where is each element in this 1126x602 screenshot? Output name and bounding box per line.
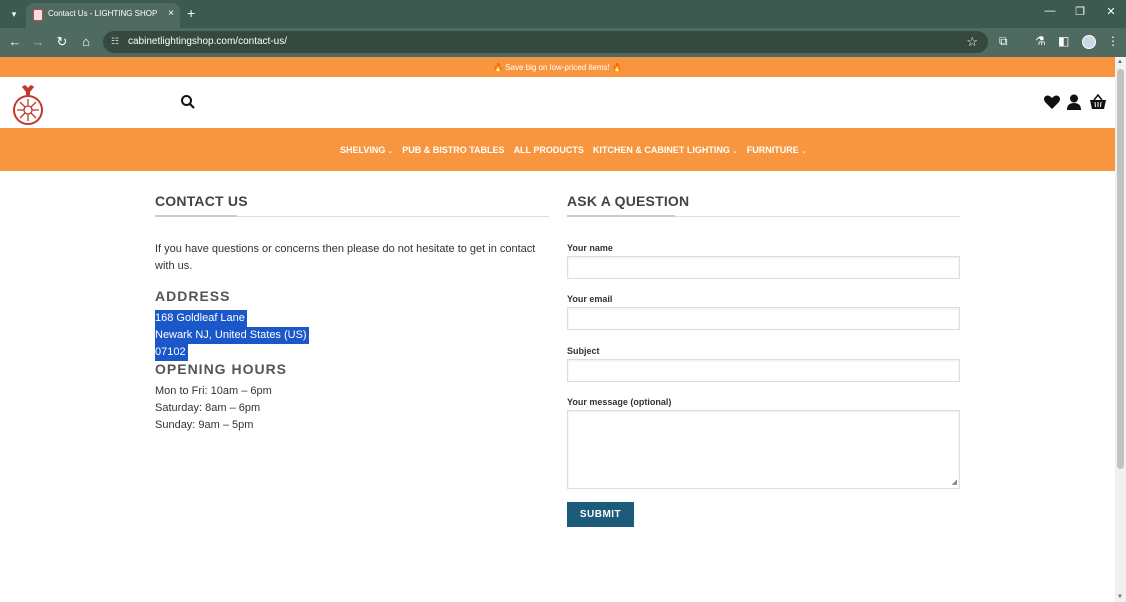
form-title-underline bbox=[567, 215, 675, 217]
contact-intro: If you have questions or concerns then p… bbox=[155, 243, 536, 272]
window-minimize-button[interactable]: — bbox=[1040, 5, 1060, 17]
user-icon[interactable] bbox=[1065, 93, 1083, 111]
logo-ornament-icon[interactable] bbox=[12, 83, 44, 125]
message-textarea[interactable]: ◢ bbox=[567, 410, 960, 489]
nav-item-label: PUB & BISTRO TABLES bbox=[402, 144, 505, 155]
message-label: Your message (optional) bbox=[567, 397, 672, 407]
promo-text: 🔥 Save big on low-priced items! 🔥 bbox=[493, 63, 622, 72]
nav-item-pub-bistro-tables[interactable]: PUB & BISTRO TABLES bbox=[402, 145, 504, 155]
nav-menu: SHELVING ⌄ PUB & BISTRO TABLES ALL PRODUCTS… bbox=[340, 128, 816, 171]
new-tab-button[interactable]: + bbox=[187, 5, 195, 21]
address-line-street: 168 Goldleaf Lane bbox=[155, 310, 247, 327]
browser-toolbar: ← → ↻ ⌂ ☷ cabinetlightingshop.com/contac… bbox=[0, 28, 1126, 57]
scrollbar-thumb[interactable] bbox=[1117, 69, 1124, 469]
labs-icon[interactable]: ⚗ bbox=[1035, 34, 1046, 48]
main-navigation: SHELVING ⌄ PUB & BISTRO TABLES ALL PRODUCTS… bbox=[0, 128, 1115, 171]
opening-hours-heading: OPENING HOURS bbox=[155, 361, 288, 377]
search-icon[interactable] bbox=[180, 94, 196, 110]
address-bar[interactable]: ☷ cabinetlightingshop.com/contact-us/ ☆ bbox=[103, 31, 988, 53]
browser-menu-icon[interactable]: ⋮ bbox=[1107, 34, 1119, 48]
chevron-down-icon: ⌄ bbox=[800, 147, 807, 155]
name-input[interactable] bbox=[567, 256, 960, 279]
url-text[interactable]: cabinetlightingshop.com/contact-us/ bbox=[128, 36, 287, 47]
tab-title: Contact Us - LIGHTING SHOP bbox=[48, 9, 158, 18]
back-icon[interactable]: ← bbox=[6, 34, 24, 49]
address-heading: ADDRESS bbox=[155, 288, 231, 304]
profile-avatar[interactable] bbox=[1082, 35, 1096, 49]
site-info-icon[interactable]: ☷ bbox=[111, 36, 119, 47]
browser-tab-strip: ▾ Contact Us - LIGHTING SHOP × + — ❐ ✕ bbox=[0, 0, 1126, 28]
browser-tab-active[interactable]: Contact Us - LIGHTING SHOP × bbox=[26, 3, 180, 28]
chevron-down-icon: ⌄ bbox=[731, 147, 738, 155]
subject-label: Subject bbox=[567, 346, 600, 356]
extensions-icon[interactable]: ⧉ bbox=[999, 34, 1008, 49]
nav-item-label: SHELVING bbox=[340, 144, 386, 155]
tab-search-button[interactable]: ▾ bbox=[6, 6, 22, 22]
window-close-button[interactable]: ✕ bbox=[1101, 5, 1121, 18]
home-icon[interactable]: ⌂ bbox=[77, 34, 95, 49]
nav-item-furniture[interactable]: FURNITURE ⌄ bbox=[747, 145, 807, 155]
scroll-down-icon[interactable]: ▼ bbox=[1117, 594, 1123, 600]
basket-icon[interactable] bbox=[1089, 93, 1107, 111]
nav-item-all-products[interactable]: ALL PRODUCTS bbox=[514, 145, 584, 155]
email-input[interactable] bbox=[567, 307, 960, 330]
nav-item-shelving[interactable]: SHELVING ⌄ bbox=[340, 145, 393, 155]
tab-close-icon[interactable]: × bbox=[168, 8, 174, 19]
submit-button[interactable]: SUBMIT bbox=[567, 502, 634, 527]
form-title: ASK A QUESTION bbox=[567, 193, 690, 209]
scroll-up-icon[interactable]: ▲ bbox=[1117, 59, 1123, 65]
bookmark-star-icon[interactable]: ☆ bbox=[966, 34, 978, 50]
site-header bbox=[0, 77, 1115, 128]
forward-icon[interactable]: → bbox=[29, 34, 47, 49]
contact-title: CONTACT US bbox=[155, 193, 248, 209]
hours-sunday: Sunday: 9am – 5pm bbox=[155, 419, 254, 431]
contact-title-underline bbox=[155, 215, 237, 217]
subject-input[interactable] bbox=[567, 359, 960, 382]
name-label: Your name bbox=[567, 243, 613, 253]
resize-grip-icon[interactable]: ◢ bbox=[952, 478, 957, 486]
tab-favicon-icon bbox=[33, 9, 43, 21]
side-panel-icon[interactable]: ◧ bbox=[1058, 34, 1069, 48]
nav-item-label: ALL PRODUCTS bbox=[513, 144, 584, 155]
email-label: Your email bbox=[567, 294, 613, 304]
chevron-down-icon: ⌄ bbox=[387, 147, 394, 155]
contact-section: CONTACT US bbox=[155, 193, 549, 209]
nav-item-kitchen-cabinet-lighting[interactable]: KITCHEN & CABINET LIGHTING ⌄ bbox=[593, 145, 738, 155]
address-line-zip: 07102 bbox=[155, 344, 188, 361]
hours-saturday: Saturday: 8am – 6pm bbox=[155, 402, 261, 414]
window-restore-button[interactable]: ❐ bbox=[1070, 5, 1090, 18]
nav-item-label: KITCHEN & CABINET LIGHTING bbox=[592, 144, 730, 155]
page-scrollbar[interactable]: ▲ ▼ bbox=[1115, 57, 1126, 602]
nav-item-label: FURNITURE bbox=[746, 144, 799, 155]
heart-icon[interactable] bbox=[1043, 93, 1061, 111]
promo-banner: 🔥 Save big on low-priced items! 🔥 bbox=[0, 57, 1115, 77]
reload-icon[interactable]: ↻ bbox=[53, 34, 71, 50]
address-line-city: Newark NJ, United States (US) bbox=[155, 327, 309, 344]
hours-weekdays: Mon to Fri: 10am – 6pm bbox=[155, 385, 272, 397]
